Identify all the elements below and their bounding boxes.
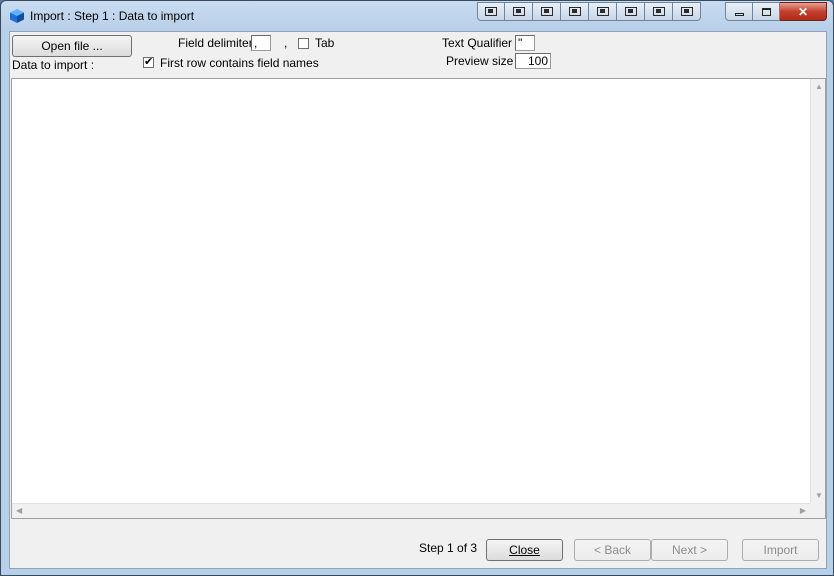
layout-toolbar (477, 2, 701, 21)
open-file-label: Open file ... (41, 39, 103, 53)
next-button[interactable]: Next > (651, 539, 728, 561)
check-icon: ✔ (144, 56, 154, 68)
layout-5-icon[interactable] (589, 2, 617, 21)
layout-8-icon[interactable] (673, 2, 701, 21)
vertical-scrollbar[interactable]: ▲ ▼ (810, 79, 825, 503)
horizontal-scrollbar[interactable]: ◀ ▶ (12, 503, 810, 518)
minimize-button[interactable] (725, 2, 753, 21)
text-qualifier-input[interactable] (515, 35, 535, 51)
layout-1-icon[interactable] (477, 2, 505, 21)
caption-buttons: ✕ (725, 2, 827, 21)
tab-label: Tab (315, 36, 335, 50)
next-label: Next > (671, 543, 707, 557)
open-file-button[interactable]: Open file ... (12, 35, 132, 57)
maximize-icon (761, 7, 771, 16)
field-delimiter-label: Field delimiter : (178, 36, 260, 50)
data-to-import-label: Data to import : (12, 58, 95, 72)
minimize-icon (734, 13, 744, 16)
preview-size-input[interactable] (515, 53, 551, 69)
layout-2-icon[interactable] (505, 2, 533, 21)
import-label: Import (763, 543, 798, 557)
window-title: Import : Step 1 : Data to import (30, 9, 195, 23)
first-row-label: First row contains field names (160, 56, 319, 70)
tab-checkbox[interactable] (298, 38, 309, 49)
layout-7-icon[interactable] (645, 2, 673, 21)
scroll-right-icon[interactable]: ▶ (800, 506, 806, 515)
import-button[interactable]: Import (742, 539, 819, 561)
preview-size-label: Preview size : (446, 54, 521, 68)
step-indicator: Step 1 of 3 (419, 541, 478, 555)
scroll-down-icon[interactable]: ▼ (815, 491, 823, 500)
back-button[interactable]: < Back (574, 539, 651, 561)
data-preview-grid[interactable]: ▲ ▼ ◀ ▶ (11, 78, 826, 519)
scroll-left-icon[interactable]: ◀ (16, 506, 22, 515)
close-button[interactable]: Close (486, 539, 563, 561)
first-row-checkbox[interactable]: ✔ (143, 57, 154, 68)
close-label: Close (509, 543, 540, 557)
scrollbar-corner (810, 503, 825, 518)
layout-3-icon[interactable] (533, 2, 561, 21)
maximize-button[interactable] (753, 2, 780, 21)
close-window-button[interactable]: ✕ (780, 2, 827, 21)
text-qualifier-label: Text Qualifier : (442, 36, 519, 50)
scroll-up-icon[interactable]: ▲ (815, 82, 823, 91)
import-window: Import : Step 1 : Data to import ✕ Open … (0, 0, 834, 576)
dialog-client: Open file ... Data to import : Field del… (9, 31, 827, 569)
close-icon: ✕ (797, 4, 809, 19)
layout-4-icon[interactable] (561, 2, 589, 21)
title-bar[interactable]: Import : Step 1 : Data to import ✕ (1, 1, 833, 31)
layout-6-icon[interactable] (617, 2, 645, 21)
field-delimiter-input[interactable] (251, 35, 271, 51)
back-label: < Back (593, 543, 632, 557)
cube-icon (10, 9, 24, 23)
field-delimiter-suffix: , (284, 36, 288, 50)
